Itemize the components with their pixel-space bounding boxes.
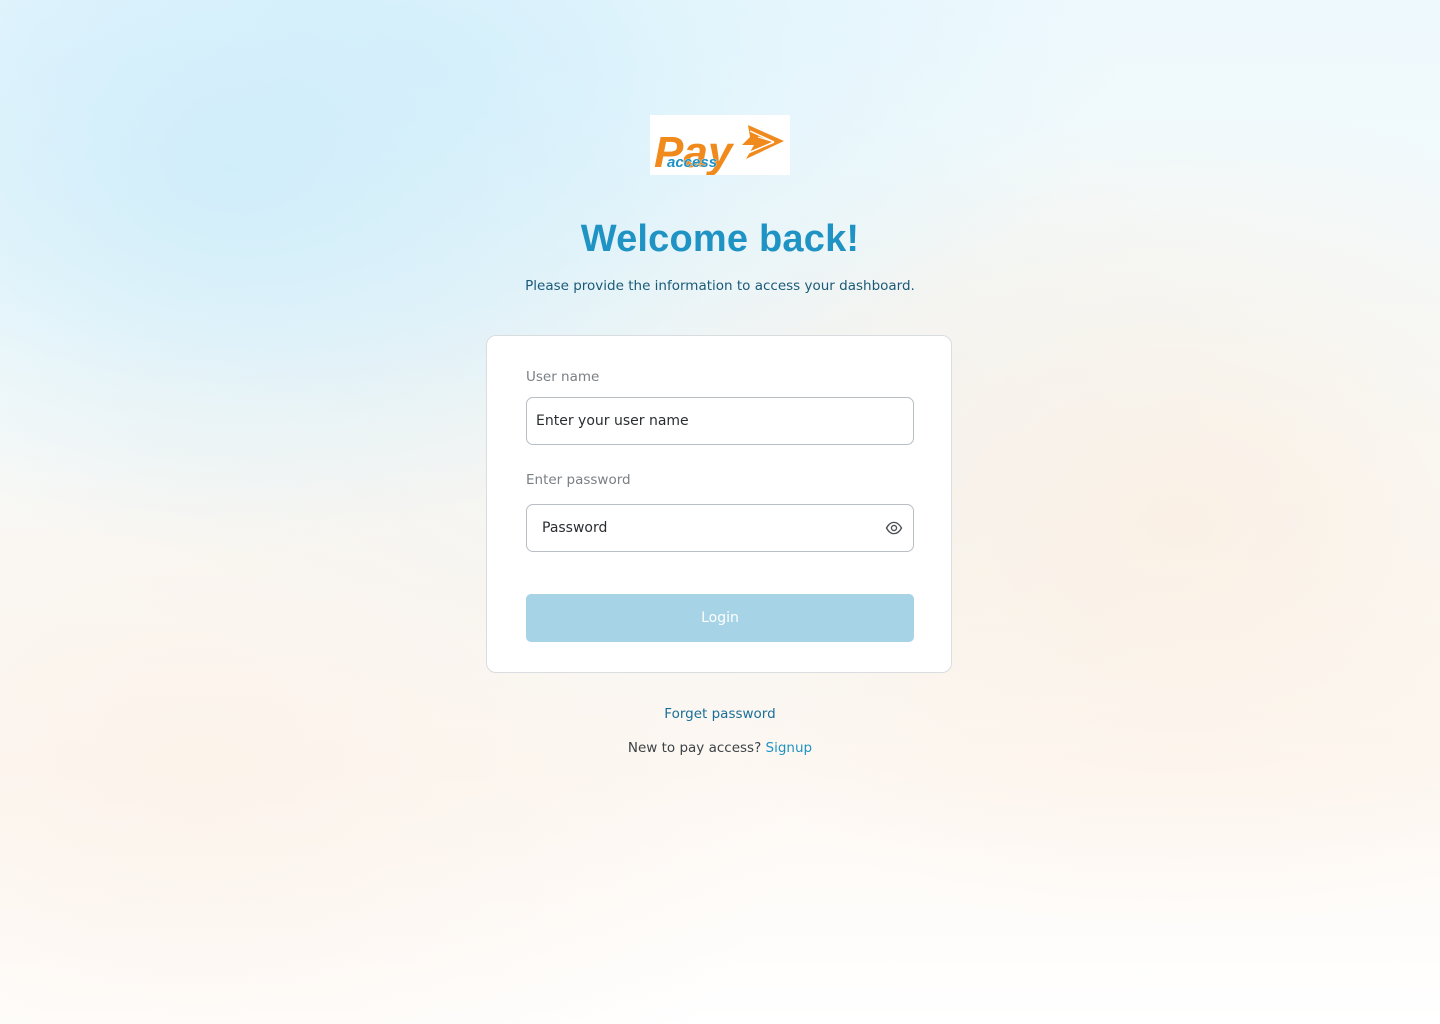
login-card: User name Enter password Login (486, 335, 952, 673)
eye-icon[interactable] (885, 519, 903, 537)
username-label: User name (526, 369, 600, 385)
signup-row: New to pay access? Signup (0, 740, 1440, 756)
username-field[interactable] (526, 397, 914, 445)
signup-prompt: New to pay access? (627, 740, 762, 756)
login-button[interactable]: Login (526, 594, 914, 642)
password-field[interactable] (526, 504, 914, 552)
forget-password-link[interactable]: Forget password (664, 706, 775, 722)
password-input[interactable] (542, 505, 872, 551)
username-input[interactable] (536, 398, 906, 444)
password-label: Enter password (526, 472, 631, 488)
signup-link[interactable]: Signup (766, 740, 813, 756)
pay-access-logo: Pay access (650, 115, 790, 175)
page-subtitle: Please provide the information to access… (525, 278, 915, 294)
logo-graphic: Pay access (654, 125, 784, 175)
svg-text:access: access (667, 154, 717, 171)
page-title: Welcome back! (580, 218, 860, 260)
forget-password-row: Forget password (0, 706, 1440, 722)
